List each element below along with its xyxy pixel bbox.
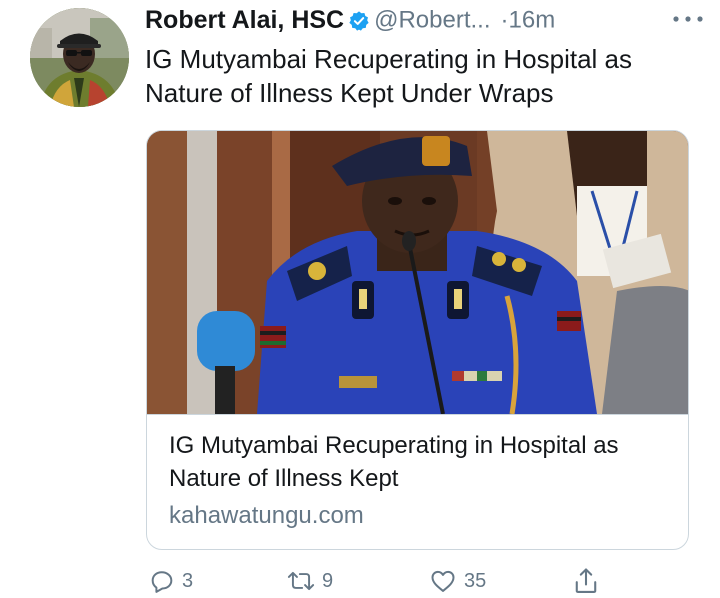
verified-badge-icon: [348, 10, 370, 32]
tweet-text: IG Mutyambai Recuperating in Hospital as…: [145, 44, 633, 108]
reply-icon: [148, 567, 176, 595]
retweet-icon: [286, 567, 316, 595]
link-card[interactable]: IG Mutyambai Recuperating in Hospital as…: [146, 130, 689, 550]
card-title: IG Mutyambai Recuperating in Hospital as…: [169, 432, 619, 492]
like-count: 35: [464, 569, 487, 592]
time-separator: ·: [500, 6, 509, 34]
like-button[interactable]: 35: [428, 563, 486, 598]
heart-icon: [428, 567, 458, 595]
share-button[interactable]: [572, 563, 600, 598]
card-body: IG Mutyambai Recuperating in Hospital as…: [147, 414, 688, 549]
avatar[interactable]: [30, 8, 129, 107]
more-horizontal-icon[interactable]: [670, 12, 706, 24]
reply-count: 3: [182, 569, 194, 592]
author-handle[interactable]: @Robert...: [374, 7, 490, 34]
retweet-count: 9: [322, 569, 334, 592]
card-domain: kahawatungu.com: [169, 502, 364, 529]
reply-button[interactable]: 3: [148, 563, 193, 598]
tweet-actions: 3 9 35: [0, 563, 720, 598]
tweet-timestamp[interactable]: 16m: [509, 7, 556, 34]
tweet-header: Robert Alai, HSC @Robert... ·16m: [145, 6, 708, 42]
author-display-name[interactable]: Robert Alai, HSC: [145, 6, 344, 34]
retweet-button[interactable]: 9: [286, 563, 333, 598]
avatar-image: [30, 8, 129, 107]
tweet[interactable]: Robert Alai, HSC @Robert... ·16m IG Mutyam…: [0, 0, 720, 598]
card-image: [147, 131, 688, 415]
share-icon: [572, 566, 600, 596]
